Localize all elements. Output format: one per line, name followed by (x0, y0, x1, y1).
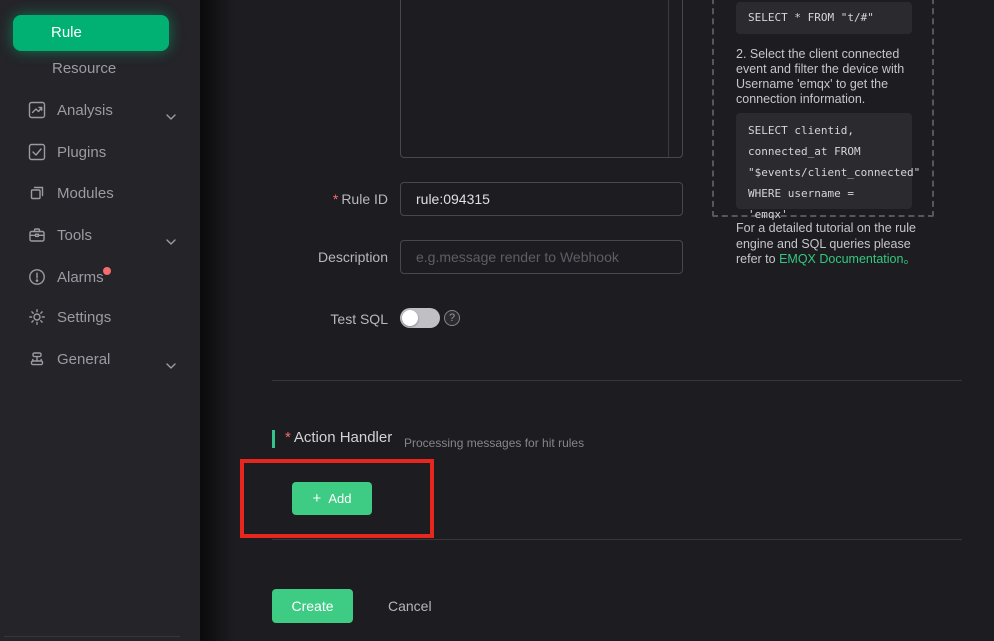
chevron-down-icon (166, 232, 176, 249)
sidebar-item-rule[interactable]: Rule (13, 15, 169, 51)
action-handler-title: *Action Handler (285, 429, 392, 446)
sidebar-item-label: Resource (52, 60, 116, 77)
plus-icon: + (313, 490, 322, 507)
gear-icon (28, 308, 46, 326)
emqx-documentation-link[interactable]: EMQX Documentation (779, 252, 903, 266)
copy-icon (28, 184, 46, 202)
description-input[interactable] (400, 240, 683, 274)
sidebar-item-plugins[interactable]: Plugins (0, 134, 200, 170)
sidebar-item-settings[interactable]: Settings (0, 299, 200, 335)
test-sql-label: Test SQL (238, 311, 388, 327)
alert-circle-icon (28, 268, 46, 286)
section-divider (272, 539, 962, 540)
cancel-button[interactable]: Cancel (374, 589, 446, 623)
rule-id-label: *Rule ID (238, 191, 388, 207)
help-question-icon[interactable]: ? (444, 310, 460, 326)
section-divider (272, 380, 962, 381)
code-line: WHERE username = 'emqx' (748, 183, 900, 225)
sidebar-item-general[interactable]: General (0, 341, 200, 377)
sql-help-tip-2: 2. Select the client connected event and… (736, 47, 928, 107)
sidebar-shadow (200, 0, 234, 641)
test-sql-toggle[interactable] (400, 308, 440, 328)
tutorial-period: 。 (903, 252, 916, 266)
code-line: connected_at FROM (748, 141, 900, 162)
sql-example-2: SELECT clientid, connected_at FROM "$eve… (736, 113, 912, 209)
sidebar-item-label: Modules (57, 185, 114, 202)
sql-editor-scrollbar[interactable] (668, 0, 669, 157)
sidebar-item-label: Rule (51, 24, 82, 41)
sidebar-item-label: Tools (57, 227, 92, 244)
rule-create-form: *Rule ID Description Test SQL ? *Action … (200, 0, 994, 641)
sidebar-item-modules[interactable]: Modules (0, 175, 200, 211)
sidebar-footer-divider (4, 636, 180, 637)
sql-example-1: SELECT * FROM "t/#" (736, 2, 912, 34)
sidebar-item-resource[interactable]: Resource (0, 50, 200, 86)
section-accent-bar (272, 430, 275, 448)
required-asterisk: * (333, 191, 338, 207)
rule-id-input[interactable] (400, 182, 683, 216)
code-line: SELECT clientid, (748, 120, 900, 141)
tutorial-note: For a detailed tutorial on the rule engi… (736, 221, 934, 268)
code-line: "$events/client_connected" (748, 162, 900, 183)
sql-editor[interactable] (400, 0, 683, 158)
sidebar-item-label: General (57, 351, 110, 368)
sidebar-item-label: Alarms (57, 269, 104, 286)
sidebar-item-label: Analysis (57, 102, 113, 119)
sidebar-item-label: Plugins (57, 144, 106, 161)
sidebar-item-label: Settings (57, 309, 111, 326)
add-action-button[interactable]: +Add (292, 482, 372, 515)
required-asterisk: * (285, 429, 291, 446)
alarm-badge-dot (103, 267, 111, 275)
create-button[interactable]: Create (272, 589, 353, 623)
chevron-down-icon (166, 107, 176, 124)
sidebar-item-alarms[interactable]: Alarms (0, 259, 200, 295)
sitemap-icon (28, 350, 46, 368)
chevron-down-icon (166, 356, 176, 373)
briefcase-icon (28, 226, 46, 244)
chart-icon (28, 101, 46, 119)
action-handler-subtitle: Processing messages for hit rules (404, 436, 584, 450)
emqx-dashboard: Rule Resource Analysis Plugins Modules (0, 0, 994, 641)
sidebar: Rule Resource Analysis Plugins Modules (0, 0, 200, 641)
sidebar-item-tools[interactable]: Tools (0, 217, 200, 253)
checkbox-icon (28, 143, 46, 161)
description-label: Description (238, 249, 388, 265)
sidebar-item-analysis[interactable]: Analysis (0, 92, 200, 128)
toggle-knob (402, 310, 418, 326)
